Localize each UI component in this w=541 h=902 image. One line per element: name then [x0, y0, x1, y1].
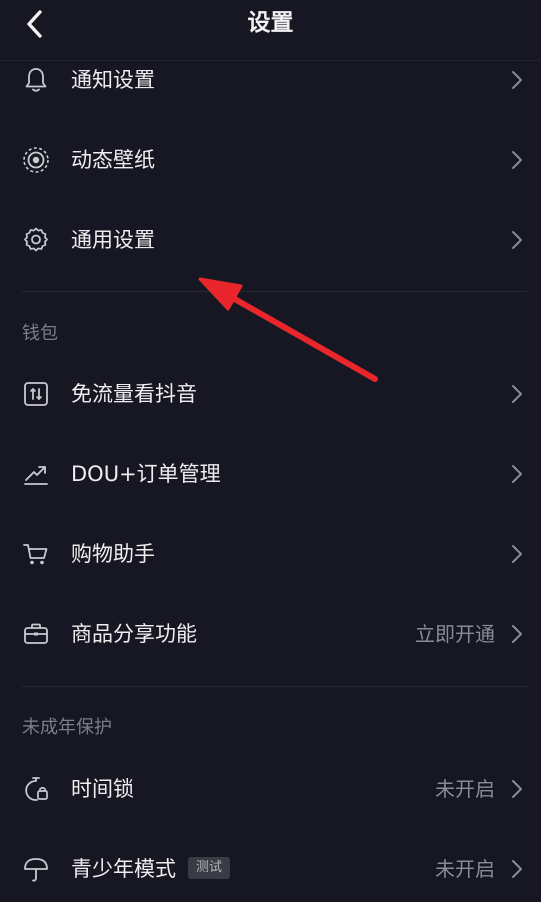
chevron-right-icon — [512, 545, 522, 563]
bell-icon — [25, 68, 47, 92]
section-label-minor-protection: 未成年保护 — [22, 717, 112, 738]
settings-screen: 设置 通知设置 动态壁纸 通用设置 钱包 免流量看抖音 DOU+订单管理 购物助… — [0, 0, 541, 902]
row-dynamic-wallpaper[interactable]: 动态壁纸 — [0, 120, 541, 200]
row-label: 免流量看抖音 — [71, 382, 197, 406]
row-value: 未开启 — [435, 777, 495, 801]
chevron-right-icon — [512, 860, 522, 878]
umbrella-icon — [24, 858, 48, 882]
chevron-right-icon — [512, 625, 522, 643]
shopping-cart-icon — [23, 544, 48, 565]
row-label: 商品分享功能 — [71, 622, 197, 646]
row-free-data[interactable]: 免流量看抖音 — [0, 354, 541, 434]
chevron-right-icon — [512, 780, 522, 798]
test-badge: 测试 — [188, 857, 231, 879]
divider — [22, 291, 527, 292]
divider — [22, 686, 527, 687]
page-title: 设置 — [247, 10, 294, 36]
row-time-lock[interactable]: 时间锁 未开启 — [0, 749, 541, 829]
row-value: 立即开通 — [415, 622, 495, 646]
timer-lock-icon — [25, 777, 48, 801]
chevron-right-icon — [512, 385, 522, 403]
row-dou-orders[interactable]: DOU+订单管理 — [0, 434, 541, 514]
chevron-right-icon — [512, 465, 522, 483]
target-icon — [23, 147, 49, 173]
row-product-share[interactable]: 商品分享功能 立即开通 — [0, 594, 541, 674]
row-label: 购物助手 — [71, 542, 155, 566]
row-teen-mode[interactable]: 青少年模式 测试 未开启 — [0, 829, 541, 902]
row-notification-settings[interactable]: 通知设置 — [0, 40, 541, 120]
row-label: DOU+订单管理 — [71, 462, 221, 486]
row-label: 通知设置 — [71, 68, 155, 92]
row-value: 未开启 — [435, 857, 495, 881]
row-shopping-assistant[interactable]: 购物助手 — [0, 514, 541, 594]
section-label-wallet: 钱包 — [22, 323, 58, 344]
chevron-right-icon — [512, 71, 522, 89]
row-label: 动态壁纸 — [71, 148, 155, 172]
row-label: 青少年模式 测试 — [71, 852, 231, 886]
row-general-settings[interactable]: 通用设置 — [0, 200, 541, 280]
trend-up-icon — [24, 466, 48, 485]
chevron-right-icon — [512, 231, 522, 249]
data-card-icon — [24, 382, 48, 406]
briefcase-icon — [24, 623, 48, 644]
gear-icon — [24, 227, 48, 252]
row-label-text: 青少年模式 — [71, 857, 176, 881]
chevron-right-icon — [512, 151, 522, 169]
row-label: 时间锁 — [71, 777, 134, 801]
row-label: 通用设置 — [71, 228, 155, 252]
